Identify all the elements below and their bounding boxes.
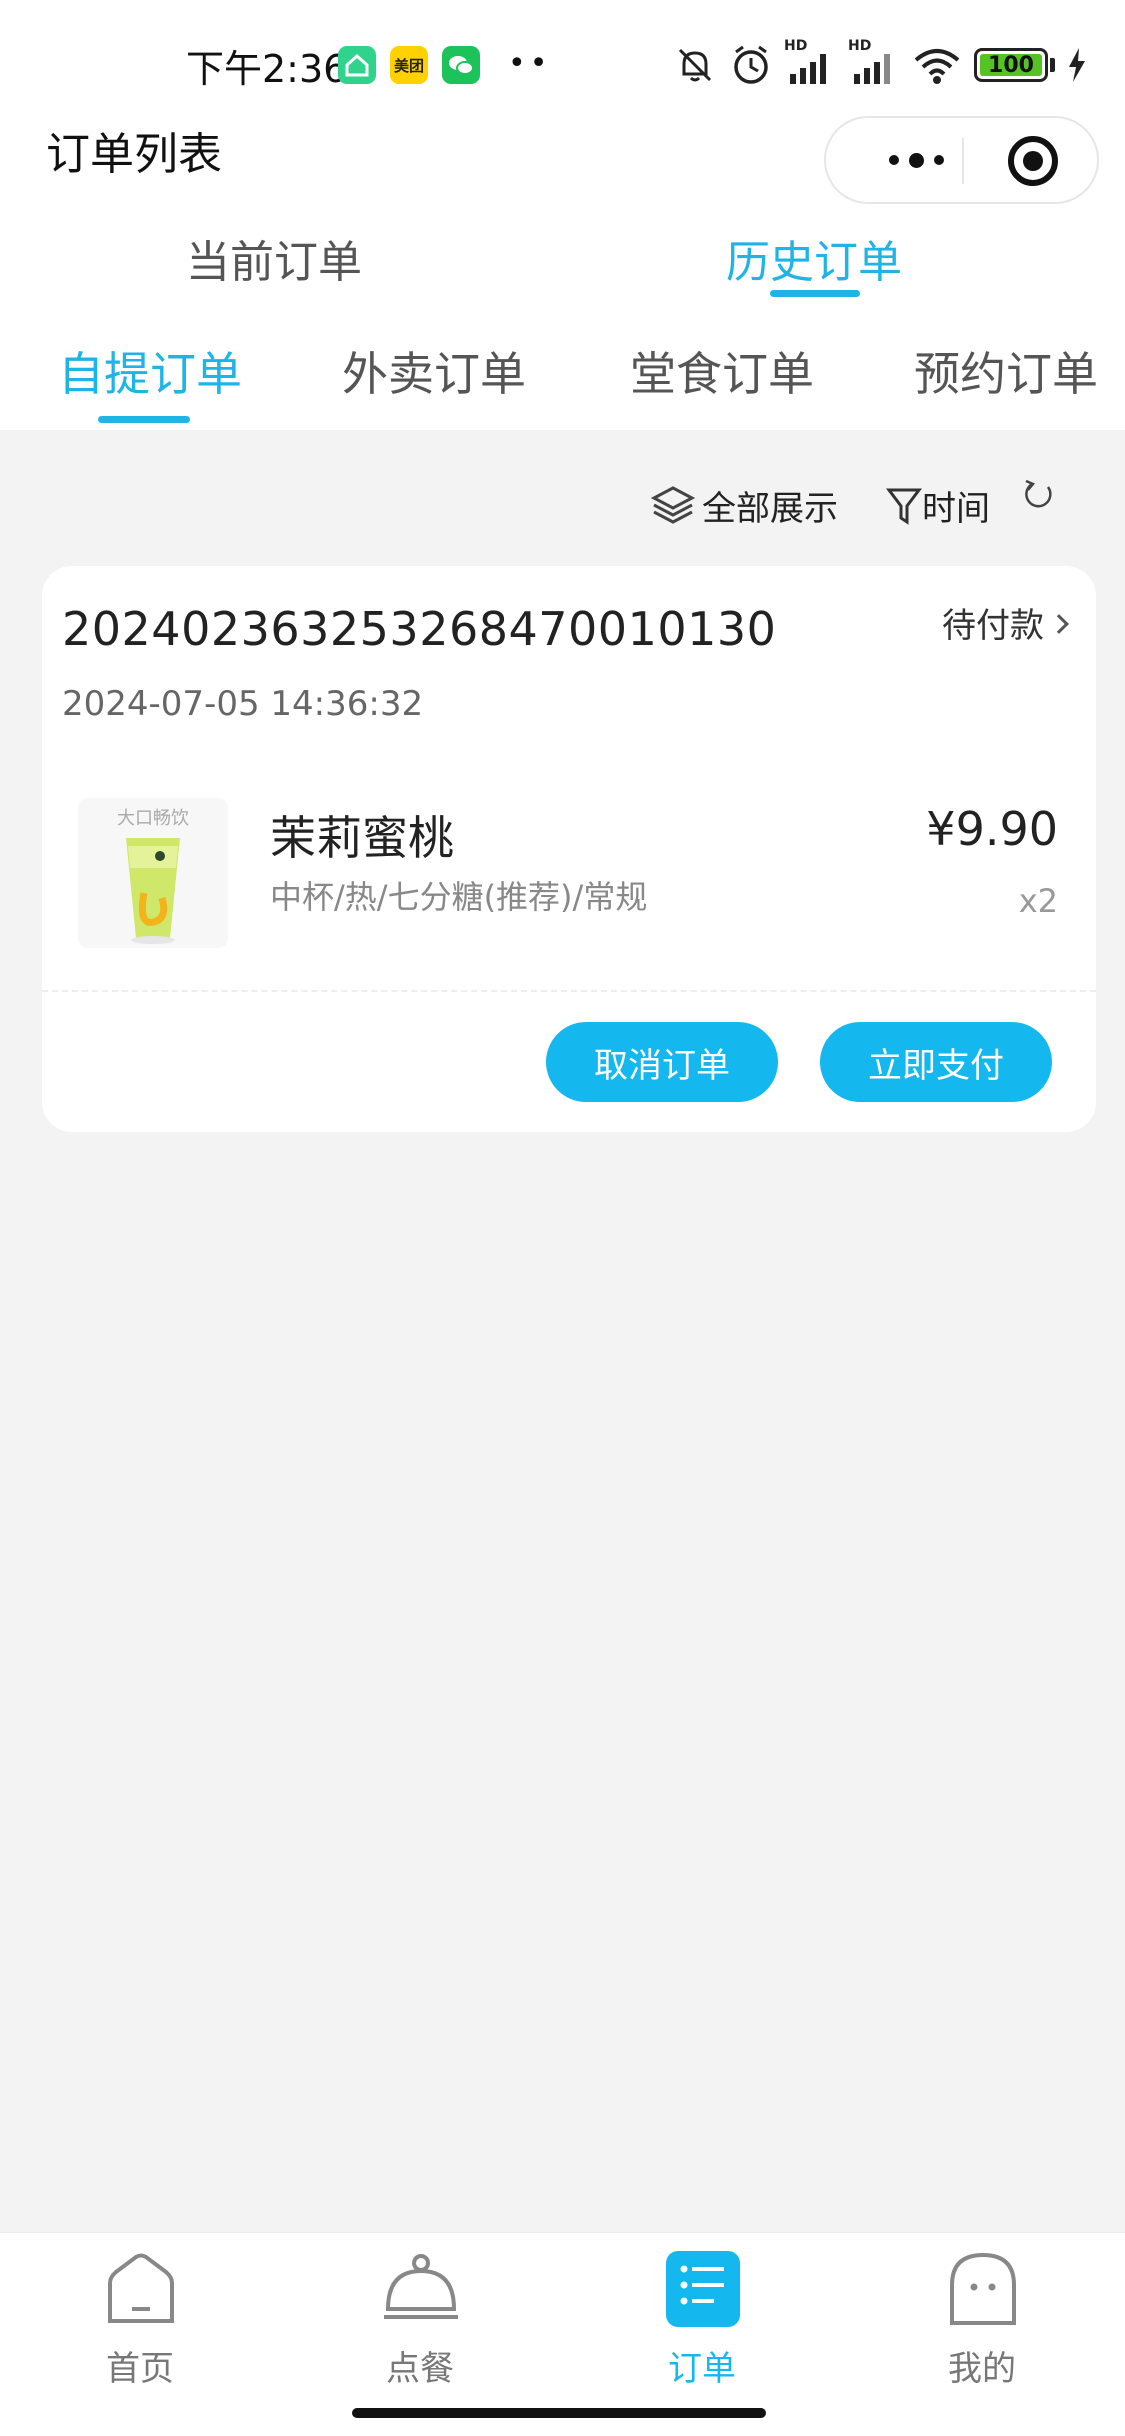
alarm-icon bbox=[734, 45, 768, 84]
meituan-icon: 美团 bbox=[390, 46, 428, 84]
home-icon bbox=[108, 2253, 174, 2323]
mute-bell-icon bbox=[678, 48, 712, 82]
signal-bars-icon bbox=[854, 54, 890, 84]
wechat-icon bbox=[442, 46, 480, 84]
product-quantity: x2 bbox=[1018, 882, 1058, 920]
layers-icon bbox=[650, 486, 696, 524]
cancel-order-button[interactable]: 取消订单 bbox=[546, 1022, 778, 1102]
product-spec: 中杯/热/七分糖(推荐)/常规 bbox=[270, 878, 648, 916]
more-menu-button[interactable] bbox=[866, 118, 966, 202]
card-divider bbox=[42, 990, 1096, 992]
page-title: 订单列表 bbox=[46, 129, 222, 180]
tabbar-item-orders[interactable]: 订单 bbox=[602, 2233, 802, 2393]
show-all-label: 全部展示 bbox=[702, 488, 838, 529]
tabbar-label-orders: 订单 bbox=[668, 2349, 736, 2389]
tabbar-item-home[interactable]: 首页 bbox=[40, 2233, 240, 2393]
dot bbox=[888, 155, 899, 165]
tab-pickup-orders[interactable]: 自提订单 bbox=[58, 338, 242, 404]
order-list-icon bbox=[666, 2251, 740, 2327]
signal-bars-icon bbox=[790, 54, 826, 84]
tab-reservation-orders[interactable]: 预约订单 bbox=[914, 338, 1098, 404]
tabbar-item-order-food[interactable]: 点餐 bbox=[320, 2233, 520, 2393]
tab-history-orders[interactable]: 历史订单 bbox=[726, 226, 902, 290]
tabbar-label-order-food: 点餐 bbox=[386, 2349, 454, 2389]
show-all-filter[interactable]: 全部展示 bbox=[650, 470, 838, 540]
dot bbox=[908, 152, 924, 168]
product-image-label: 大口畅饮 bbox=[117, 808, 189, 829]
product-name: 茉莉蜜桃 bbox=[270, 811, 454, 865]
refresh-button[interactable] bbox=[1018, 460, 1058, 530]
order-number: 20240236325326847​0010130 bbox=[62, 602, 777, 656]
filter-funnel-icon bbox=[886, 488, 922, 525]
product-image: 大口畅饮 bbox=[78, 798, 228, 948]
battery-tip bbox=[1050, 58, 1055, 72]
pay-now-button[interactable]: 立即支付 bbox=[820, 1022, 1052, 1102]
tabbar-label-home: 首页 bbox=[106, 2349, 174, 2389]
signal-2: HD bbox=[848, 38, 900, 88]
more-notifications-icon: •• bbox=[508, 46, 552, 81]
tabbar-item-mine[interactable]: 我的 bbox=[882, 2233, 1082, 2393]
signal-1: HD bbox=[784, 38, 836, 88]
cloche-icon bbox=[384, 2254, 458, 2319]
bottom-tab-bar: 首页 点餐 订单 我的 bbox=[0, 2232, 1125, 2436]
refresh-icon bbox=[1025, 479, 1052, 508]
product-price: ¥9.90 bbox=[926, 802, 1058, 856]
wifi-icon bbox=[914, 49, 960, 84]
time-filter-label: 时间 bbox=[922, 488, 990, 529]
chevron-right-icon bbox=[1049, 613, 1069, 634]
home-indicator bbox=[352, 2408, 766, 2418]
battery-icon: 100 bbox=[974, 48, 1048, 82]
tabbar-label-mine: 我的 bbox=[948, 2349, 1016, 2389]
status-time: 下午2:36 bbox=[186, 47, 348, 91]
meituan-label: 美团 bbox=[393, 56, 424, 75]
dot bbox=[933, 155, 944, 165]
order-date: 2024-07-05 14:36:32 bbox=[62, 684, 424, 724]
tab-dinein-orders[interactable]: 堂食订单 bbox=[630, 338, 814, 404]
charging-bolt-icon bbox=[1069, 48, 1085, 82]
main-tab-indicator bbox=[770, 290, 860, 297]
ghost-profile-icon bbox=[950, 2252, 1016, 2325]
status-right-group: HD HD 100 bbox=[672, 38, 1087, 90]
sub-tab-indicator bbox=[98, 416, 190, 423]
battery-level: 100 bbox=[988, 52, 1034, 78]
mini-program-capsule bbox=[824, 116, 1099, 204]
house-app-icon bbox=[338, 46, 376, 84]
tab-current-orders[interactable]: 当前订单 bbox=[186, 226, 362, 290]
close-mini-program-button[interactable] bbox=[1008, 136, 1058, 186]
time-filter[interactable]: 时间 bbox=[886, 470, 990, 540]
order-status: 待付款 bbox=[942, 606, 1044, 646]
order-card[interactable]: 20240236325326847​0010130 待付款 2024-07-05… bbox=[42, 566, 1096, 1132]
tab-delivery-orders[interactable]: 外卖订单 bbox=[342, 338, 526, 404]
status-bar: 下午2:36 美团 •• HD HD 100 bbox=[0, 0, 1125, 120]
capsule-divider bbox=[962, 138, 964, 184]
order-status-link[interactable]: 待付款 bbox=[942, 598, 1069, 647]
